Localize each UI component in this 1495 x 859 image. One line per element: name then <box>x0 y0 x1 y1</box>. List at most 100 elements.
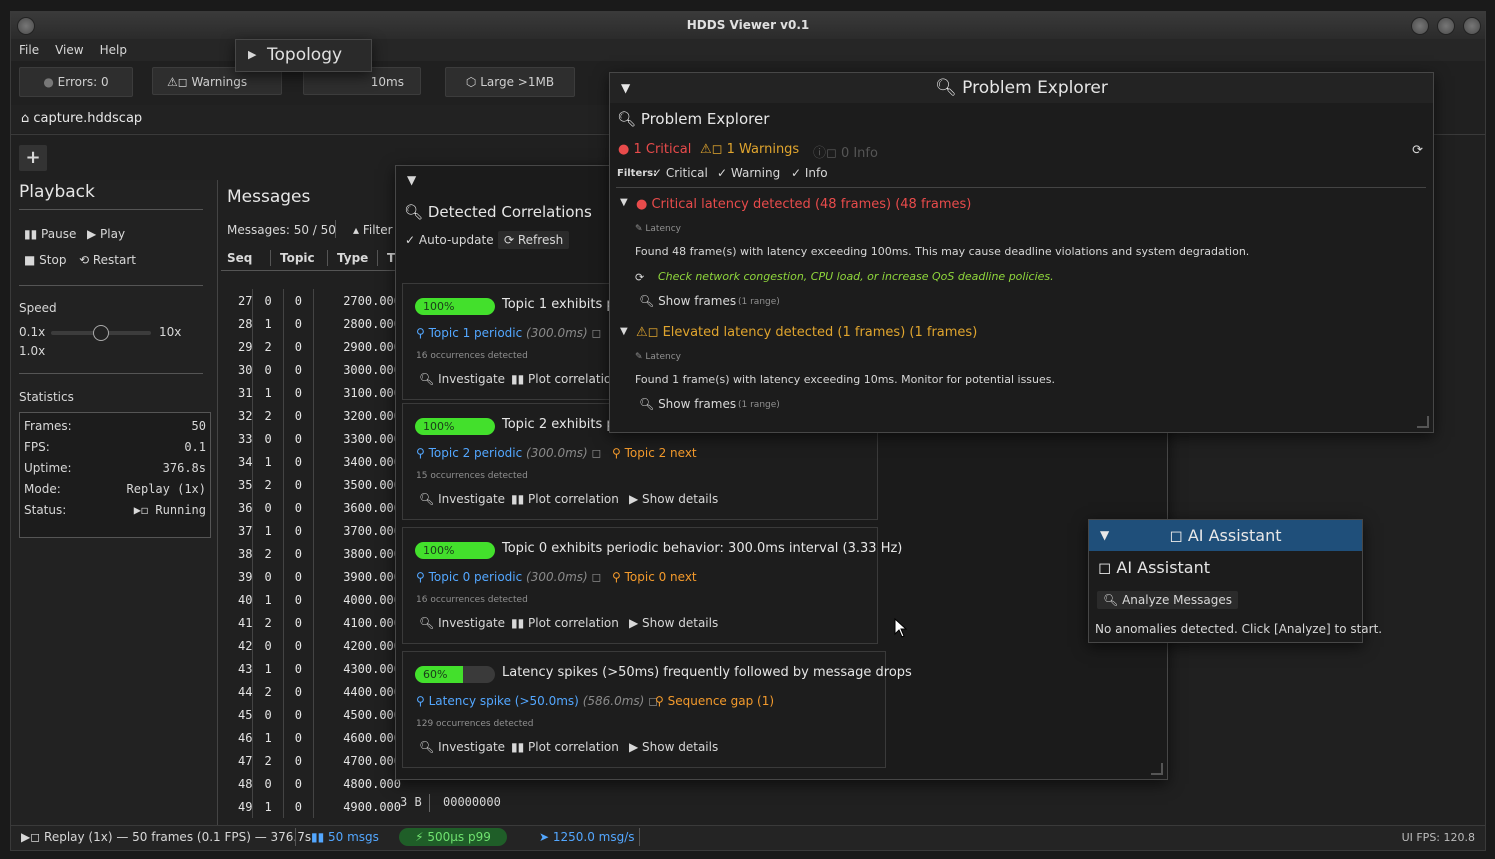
latency-tag-label: Latency <box>645 224 681 234</box>
table-row[interactable]: 32 2 0 3200.000 <box>221 404 401 427</box>
filter-button[interactable]: ▴ Filter <box>353 223 393 237</box>
analyze-messages-button[interactable]: 🔍︎ Analyze Messages <box>1097 591 1239 609</box>
critical-count[interactable]: ● 1 Critical <box>618 142 691 157</box>
table-row[interactable]: 41 2 0 4100.000 <box>221 611 401 634</box>
topology-window[interactable]: ▶ Topology <box>235 39 372 72</box>
collapse-icon[interactable]: ▼ <box>1100 520 1109 551</box>
menu-view[interactable]: View <box>47 39 91 61</box>
expand-icon[interactable]: ▶ <box>248 48 256 61</box>
table-row[interactable]: 42 0 0 4200.000 <box>221 634 401 657</box>
table-row[interactable]: 33 0 0 3300.000 <box>221 427 401 450</box>
col-type[interactable]: Type <box>337 246 368 270</box>
table-row[interactable]: 39 0 0 3900.000 <box>221 565 401 588</box>
table-row[interactable]: 38 2 0 3800.000 <box>221 542 401 565</box>
menu-help[interactable]: Help <box>92 39 135 61</box>
stop-button[interactable]: ■ Stop <box>24 253 66 267</box>
event-a-link[interactable]: ⚲ Topic 2 periodic (300.0ms) ◻ <box>416 446 602 460</box>
table-row[interactable]: 28 1 0 2800.000 <box>221 312 401 335</box>
critical-problem-title-label: Critical latency detected (48 frames) (4… <box>651 197 972 212</box>
show-details-button[interactable]: ▶ Show details <box>629 492 718 506</box>
warnings-count[interactable]: ⚠◻ 1 Warnings <box>700 142 799 157</box>
table-row[interactable]: 31 1 0 3100.000 <box>221 381 401 404</box>
resize-handle[interactable] <box>1417 416 1429 428</box>
show-frames-button[interactable]: 🔍︎ Show frames <box>639 397 736 411</box>
investigate-button[interactable]: 🔍︎ Investigate <box>419 740 505 754</box>
plot-correlation-button[interactable]: ▮▮ Plot correlation <box>511 616 619 630</box>
minimize-icon[interactable] <box>1411 17 1429 35</box>
replay-status-label: Replay (1x) — 50 frames (0.1 FPS) — 376.… <box>44 830 312 844</box>
event-b-link[interactable]: ⚲ Sequence gap (1) <box>655 694 774 708</box>
col-topic[interactable]: Topic <box>280 246 315 270</box>
collapse-icon[interactable]: ▼ <box>621 73 630 103</box>
table-row[interactable]: 30 0 0 3000.000 <box>221 358 401 381</box>
confidence-bar: 100% <box>415 298 495 315</box>
plot-correlation-button[interactable]: ▮▮ Plot correlation <box>511 372 619 386</box>
show-details-button[interactable]: ▶ Show details <box>629 740 718 754</box>
table-row[interactable]: 47 2 0 4700.000 <box>221 749 401 772</box>
expand-icon[interactable]: ▼ <box>620 326 628 337</box>
filter-info[interactable]: ✓ Info <box>791 166 828 180</box>
expand-icon[interactable]: ▼ <box>620 197 628 208</box>
filter-warning[interactable]: ✓ Warning <box>717 166 780 180</box>
info-count[interactable]: ⓘ◻ 0 Info <box>813 142 878 161</box>
col-seq[interactable]: Seq <box>227 246 252 270</box>
investigate-button[interactable]: 🔍︎ Investigate <box>419 492 505 506</box>
investigate-button[interactable]: 🔍︎ Investigate <box>419 372 505 386</box>
event-a-link[interactable]: ⚲ Latency spike (>50.0ms) (586.0ms) ◻ <box>416 694 658 708</box>
show-details-button[interactable]: ▶ Show details <box>629 616 718 630</box>
maximize-icon[interactable] <box>1437 17 1455 35</box>
pause-button[interactable]: ▮▮ Pause <box>24 227 76 241</box>
plot-correlation-button[interactable]: ▮▮ Plot correlation <box>511 740 619 754</box>
warning-problem-title[interactable]: ⚠◻ Elevated latency detected (1 frames) … <box>636 325 977 340</box>
table-row[interactable]: 27 0 0 2700.000 <box>221 289 401 312</box>
filter-critical[interactable]: ✓ Critical <box>652 166 708 180</box>
speed-slider[interactable] <box>51 325 151 341</box>
table-cell: 0 <box>282 450 314 473</box>
msgs-count-badge[interactable]: ▮▮ 50 msgs <box>311 830 379 844</box>
table-row[interactable]: 43 1 0 4300.000 <box>221 657 401 680</box>
event-b-link[interactable]: ⚲ Topic 0 next <box>612 570 697 584</box>
close-icon[interactable] <box>1463 17 1481 35</box>
window-menu-icon[interactable] <box>17 17 35 35</box>
critical-problem-title[interactable]: ● Critical latency detected (48 frames) … <box>636 197 971 212</box>
table-row[interactable]: 29 2 0 2900.000 <box>221 335 401 358</box>
table-row[interactable]: 40 1 0 4000.000 <box>221 588 401 611</box>
refresh-button[interactable]: ⟳ Refresh <box>498 231 570 249</box>
add-button[interactable]: + <box>19 145 47 171</box>
table-row[interactable]: 46 1 0 4600.000 <box>221 726 401 749</box>
table-row[interactable]: 36 0 0 3600.000 <box>221 496 401 519</box>
restart-button[interactable]: ⟲ Restart <box>79 253 136 267</box>
collapse-icon[interactable]: ▼ <box>407 173 416 187</box>
arrow-icon: ◻ <box>591 446 602 460</box>
plot-correlation-button[interactable]: ▮▮ Plot correlation <box>511 492 619 506</box>
latency-tag-label: Latency <box>645 352 681 362</box>
speed-slider-knob[interactable] <box>93 325 109 341</box>
investigate-button[interactable]: 🔍︎ Investigate <box>419 616 505 630</box>
table-cell: 0 <box>282 427 314 450</box>
errors-filter-button[interactable]: ● Errors: 0 <box>19 67 133 97</box>
event-a-link[interactable]: ⚲ Topic 0 periodic (300.0ms) ◻ <box>416 570 602 584</box>
stat-key: Uptime: <box>24 461 72 475</box>
file-tab[interactable]: ⌂ capture.hddscap <box>11 105 621 133</box>
table-row[interactable]: 48 0 0 4800.000 <box>221 772 401 795</box>
refresh-icon[interactable]: ⟳ <box>1412 143 1423 158</box>
ai-assistant-header-title: AI Assistant <box>1187 526 1282 545</box>
table-row[interactable]: 44 2 0 4400.000 <box>221 680 401 703</box>
large-filter-button[interactable]: ⬡ Large >1MB <box>445 67 575 97</box>
resize-handle[interactable] <box>1151 763 1163 775</box>
table-row[interactable]: 49 1 0 4900.000 <box>221 795 401 818</box>
event-b-link[interactable]: ⚲ Topic 2 next <box>612 446 697 460</box>
table-row[interactable]: 37 1 0 3700.000 <box>221 519 401 542</box>
table-row[interactable]: 45 0 0 4500.000 <box>221 703 401 726</box>
show-frames-button[interactable]: 🔍︎ Show frames <box>639 294 736 308</box>
table-row[interactable]: 35 2 0 3500.000 <box>221 473 401 496</box>
play-button[interactable]: ▶ Play <box>87 227 125 241</box>
auto-update-checkbox[interactable]: ✓ Auto-update <box>405 233 494 247</box>
correlation-title: Topic 2 exhibits pe <box>502 417 623 432</box>
rate-badge[interactable]: ➤ 1250.0 msg/s <box>539 830 635 844</box>
confidence-fill: 100% <box>415 418 495 435</box>
menu-file[interactable]: File <box>11 39 47 61</box>
table-row[interactable]: 34 1 0 3400.000 <box>221 450 401 473</box>
event-a-link[interactable]: ⚲ Topic 1 periodic (300.0ms) ◻ <box>416 326 602 340</box>
latency-badge[interactable]: ⚡ 500μs p99 <box>399 828 507 846</box>
